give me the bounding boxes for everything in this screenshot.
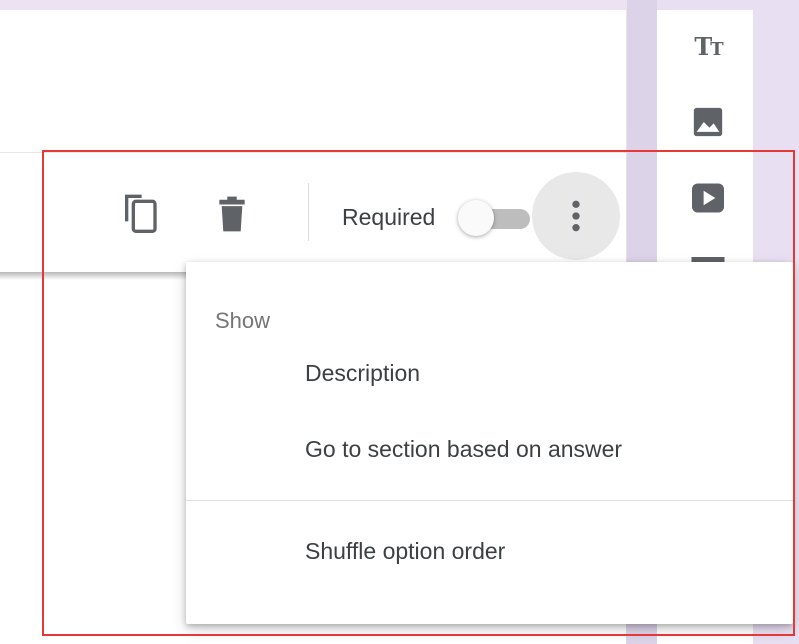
- delete-button[interactable]: [212, 192, 252, 236]
- menu-item-description[interactable]: Description: [305, 360, 420, 387]
- toggle-knob: [458, 200, 494, 236]
- menu-divider: [186, 500, 793, 501]
- more-options-button[interactable]: [532, 172, 620, 260]
- toolbar-separator: [308, 183, 309, 241]
- card-divider: [0, 152, 626, 153]
- question-card-body: [0, 10, 626, 272]
- menu-item-go-to-section[interactable]: Go to section based on answer: [305, 436, 622, 463]
- copy-icon: [125, 194, 157, 233]
- required-toggle[interactable]: [458, 200, 532, 236]
- more-vert-icon: [572, 200, 580, 232]
- menu-item-shuffle-option-order[interactable]: Shuffle option order: [305, 538, 505, 565]
- trash-icon: [219, 196, 245, 232]
- more-options-menu: Show Description Go to section based on …: [186, 262, 793, 624]
- image-icon: [693, 107, 723, 137]
- duplicate-button[interactable]: [118, 190, 162, 236]
- required-label: Required: [342, 204, 436, 230]
- add-image-button[interactable]: [688, 102, 728, 142]
- menu-header-show: Show: [215, 308, 271, 333]
- add-video-button[interactable]: [688, 178, 728, 218]
- video-icon: [692, 183, 724, 213]
- add-title-button[interactable]: TT: [688, 26, 728, 66]
- title-text-icon: TT: [694, 31, 723, 61]
